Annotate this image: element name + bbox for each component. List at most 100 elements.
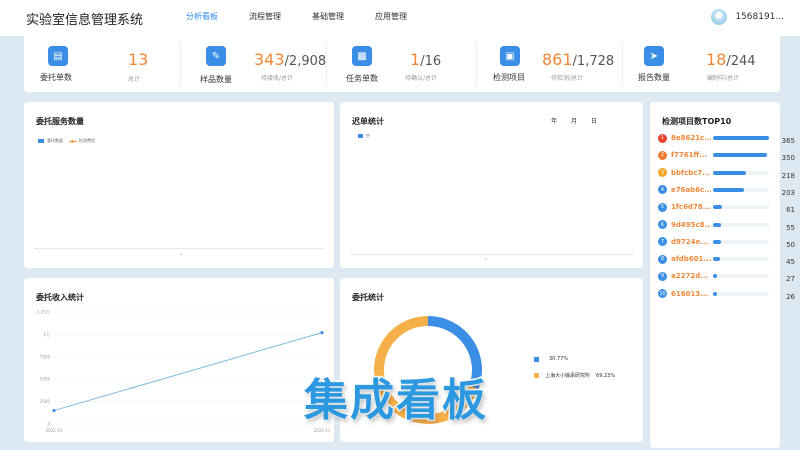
stat-sub-reports: 编制中/总计 (707, 75, 740, 82)
chart-legend[interactable]: 空 (358, 133, 370, 139)
rank-badge: 8 (658, 254, 667, 264)
rank-bar (713, 274, 718, 279)
income-panel: 委托收入统计 1.25万 1万 7500 5000 2500 0 2022-10 2022-1… (24, 278, 334, 442)
rank-name: 1fc6d78... (671, 203, 711, 212)
ranking-row[interactable]: 1 8e8621c... 365 (658, 132, 795, 145)
rank-bar (713, 291, 717, 296)
rank-name: f7761ff... (671, 151, 708, 160)
data-point[interactable] (52, 408, 56, 413)
tab-day[interactable]: 日 (591, 116, 597, 125)
rank-bar (713, 153, 767, 158)
avatar[interactable] (711, 9, 728, 25)
rank-value: 365 (781, 137, 795, 145)
rank-badge: 1 (658, 133, 667, 143)
rank-bar (713, 257, 720, 262)
ranking-row[interactable]: 3 bbfcbc7... 218 (658, 167, 795, 180)
rank-value: 27 (786, 275, 795, 284)
rank-bar-track: 27 (713, 274, 795, 283)
rank-bar (713, 239, 721, 244)
top-header: 实验室信息管理系统 分析看板 流程管理 基础管理 应用管理 1568191... (0, 0, 800, 36)
rank-name: a2272d... (671, 272, 709, 281)
x-axis (34, 248, 324, 249)
rank-badge: 5 (658, 202, 667, 212)
rank-name: 9d495c8... (671, 220, 711, 229)
y-tick-label: 0 (47, 422, 50, 427)
nav-process[interactable]: 流程管理 (249, 0, 281, 36)
rank-name: e76ab6c... (671, 185, 711, 194)
ranking-row[interactable]: 4 e76ab6c... 203 (658, 184, 795, 197)
sample-icon: ✎ (206, 46, 226, 66)
nav-apps[interactable]: 应用管理 (375, 0, 407, 36)
ranking-row[interactable]: 8 afdb601... 45 (658, 253, 795, 266)
rank-name: afdb601... (671, 255, 711, 264)
ranking-row[interactable]: 5 1fc6d78... 61 (658, 201, 795, 214)
ranking-row[interactable]: 9 a2272d... 27 (658, 270, 795, 283)
stat-value-reports: 18/244 (706, 50, 756, 69)
rank-badge: 4 (658, 185, 667, 195)
inspection-icon: ▣ (500, 46, 520, 66)
stats-bar: ▤ 委托单数 13 总计 ✎ 样品数量 343/2,908 待接收/总计 ▩ 任… (24, 36, 780, 92)
rank-badge: 9 (658, 271, 667, 281)
stat-sub-samples: 待接收/总计 (261, 75, 294, 82)
rank-bar (713, 222, 722, 227)
rank-value: 61 (786, 206, 795, 215)
rank-bar-track: 350 (713, 153, 795, 162)
rank-bar (713, 136, 769, 140)
rank-badge: 7 (658, 237, 667, 247)
period-tabs: 年 月 日 (537, 116, 597, 125)
y-tick-label: 2500 (40, 399, 51, 404)
stat-sub-inspections: 待检测/总计 (551, 75, 584, 82)
y-tick-label: 7500 (40, 354, 51, 359)
rank-bar-track: 218 (713, 170, 795, 180)
stat-label-samples: 样品数量 (200, 75, 232, 84)
ranking-row[interactable]: 6 9d495c8... 55 (658, 219, 795, 232)
rank-bar-track: 26 (713, 291, 795, 301)
rank-value: 55 (786, 223, 795, 232)
rank-value: 350 (781, 154, 795, 163)
rank-bar (713, 170, 747, 175)
donut-legend-item[interactable]: 上海大小输承研究所 69.23% (534, 372, 615, 379)
rank-bar-track: 61 (713, 205, 795, 214)
y-tick-label: 1.25万 (37, 310, 50, 315)
x-axis (350, 254, 634, 255)
service-count-panel: 委托服务数量 委托数量 检测费用 0 (24, 102, 334, 268)
rank-bar (713, 187, 745, 192)
ranking-row[interactable]: 10 616013... 26 (658, 288, 795, 301)
chart-legend[interactable]: 委托数量 检测费用 (38, 138, 95, 144)
stat-sub-orders: 总计 (128, 76, 141, 83)
x-axis-tick: 0 (180, 252, 182, 256)
x-axis-tick: 0 (485, 257, 487, 261)
rank-name: 616013... (671, 289, 709, 298)
stat-value-samples: 343/2,908 (254, 50, 327, 69)
rank-badge: 6 (658, 220, 667, 229)
user-name[interactable]: 1568191... (735, 12, 784, 22)
nav-basic[interactable]: 基础管理 (312, 0, 344, 36)
rank-bar-track: 50 (713, 239, 795, 249)
tab-month[interactable]: 月 (571, 116, 577, 125)
data-point[interactable] (320, 331, 324, 335)
report-icon: ➤ (644, 46, 664, 66)
rank-badge: 2 (658, 150, 667, 160)
ranking-row[interactable]: 2 f7761ff... 350 (658, 149, 795, 162)
tab-year[interactable]: 年 (551, 116, 557, 125)
stat-value-orders: 13 (128, 50, 149, 69)
document-icon: ▤ (48, 46, 68, 66)
rank-value: 45 (786, 258, 795, 267)
rank-name: 8e8621c... (671, 134, 711, 142)
user-menu[interactable]: 1568191... (711, 9, 784, 25)
rank-value: 26 (786, 292, 795, 301)
overlay-banner: 集成看板 (303, 374, 488, 428)
app-title: 实验室信息管理系统 (26, 13, 144, 28)
rank-name: bbfcbc7... (671, 168, 711, 177)
stat-value-inspections: 861/1,728 (542, 50, 615, 69)
stat-label-reports: 报告数量 (638, 73, 670, 82)
rank-name: d9724e... (671, 237, 709, 246)
rank-bar (713, 205, 723, 210)
ranking-row[interactable]: 7 d9724e... 50 (658, 236, 795, 249)
rank-bar-track: 203 (713, 187, 795, 197)
rank-value: 218 (781, 171, 795, 180)
nav-dashboard[interactable]: 分析看板 (186, 0, 218, 36)
donut-legend-item[interactable]: 30.77% (534, 356, 568, 362)
rank-value: 203 (781, 188, 795, 197)
rank-value: 50 (786, 240, 795, 249)
